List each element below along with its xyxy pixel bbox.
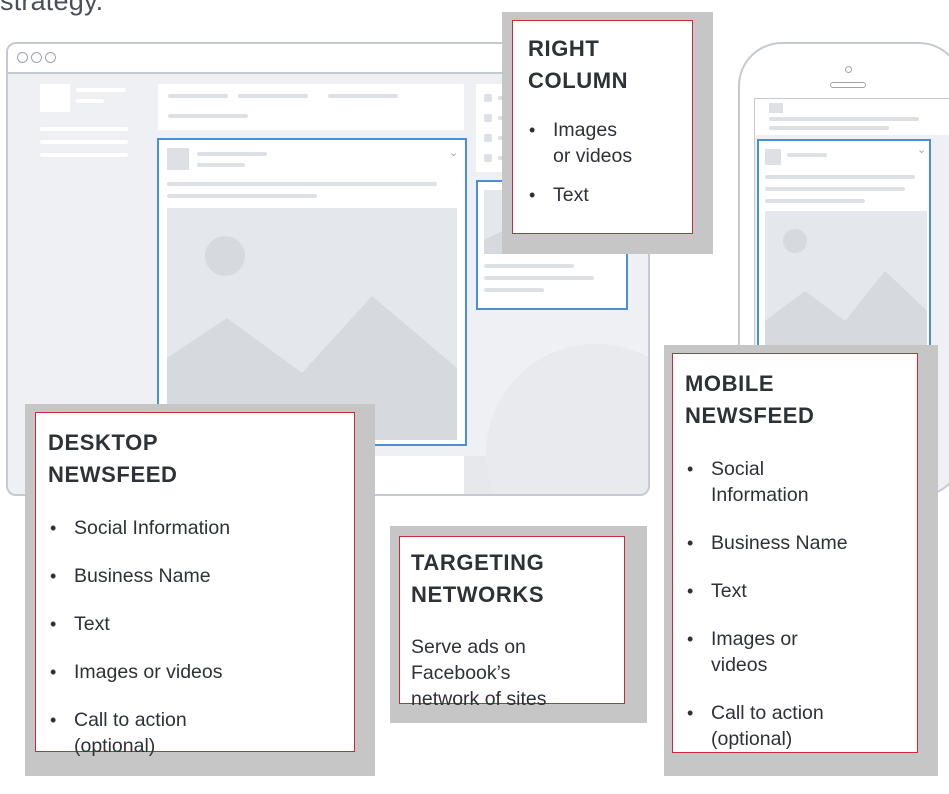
right-column-callout: RIGHT COLUMN Images or videos Text [512, 20, 693, 234]
chevron-down-icon: ⌄ [449, 147, 459, 159]
feature-item: Social Information [48, 515, 230, 541]
feature-list: Social Information Business Name Text Im… [48, 515, 230, 759]
callout-title: TARGETING NETWORKS [411, 550, 545, 607]
mobile-newsfeed-callout: MOBILE NEWSFEED Social Information Busin… [672, 353, 918, 753]
avatar-placeholder-icon [765, 149, 781, 165]
intro-text: strategy. [0, 0, 104, 16]
desktop-newsfeed-callout: DESKTOP NEWSFEED Social Information Busi… [35, 412, 355, 757]
callout-title: MOBILE NEWSFEED [685, 371, 815, 428]
nav-line-placeholder [76, 88, 126, 92]
avatar-placeholder-icon [167, 148, 189, 170]
phone-camera-icon [845, 66, 852, 73]
profile-thumbnail-placeholder [40, 84, 70, 112]
nav-line-placeholder [40, 140, 128, 144]
feature-item: Business Name [685, 530, 848, 556]
feature-list: Social Information Business Name Text Im… [685, 456, 848, 752]
feature-list: Images or videos Text [527, 117, 632, 208]
feature-item: Text [527, 182, 632, 208]
feature-item: Call to action (optional) [48, 707, 230, 759]
callout-description: Serve ads on Facebook’s network of sites [411, 636, 547, 710]
feature-item: Images or videos [527, 117, 632, 169]
composer-placeholder [158, 84, 464, 130]
feature-item: Text [685, 578, 848, 604]
nav-line-placeholder [40, 153, 128, 157]
mobile-newsfeed-ad-wireframe: ⌄ [757, 139, 931, 379]
desktop-newsfeed-ad-wireframe: ⌄ [157, 138, 467, 446]
phone-speaker-icon [830, 82, 866, 88]
feature-item: Call to action (optional) [685, 700, 848, 752]
feature-item: Images or videos [685, 626, 848, 678]
feature-item: Text [48, 611, 230, 637]
callout-title: DESKTOP NEWSFEED [48, 430, 178, 487]
feature-item: Business Name [48, 563, 230, 589]
feature-item: Images or videos [48, 659, 230, 685]
window-dot-icon [31, 52, 42, 63]
nav-line-placeholder [40, 127, 128, 131]
window-dot-icon [17, 52, 28, 63]
chevron-down-icon: ⌄ [917, 144, 927, 156]
callout-title: RIGHT COLUMN [528, 36, 629, 93]
window-dot-icon [45, 52, 56, 63]
nav-line-placeholder [76, 99, 104, 103]
feature-item: Social Information [685, 456, 848, 508]
targeting-networks-callout: TARGETING NETWORKS Serve ads on Facebook… [399, 536, 625, 710]
